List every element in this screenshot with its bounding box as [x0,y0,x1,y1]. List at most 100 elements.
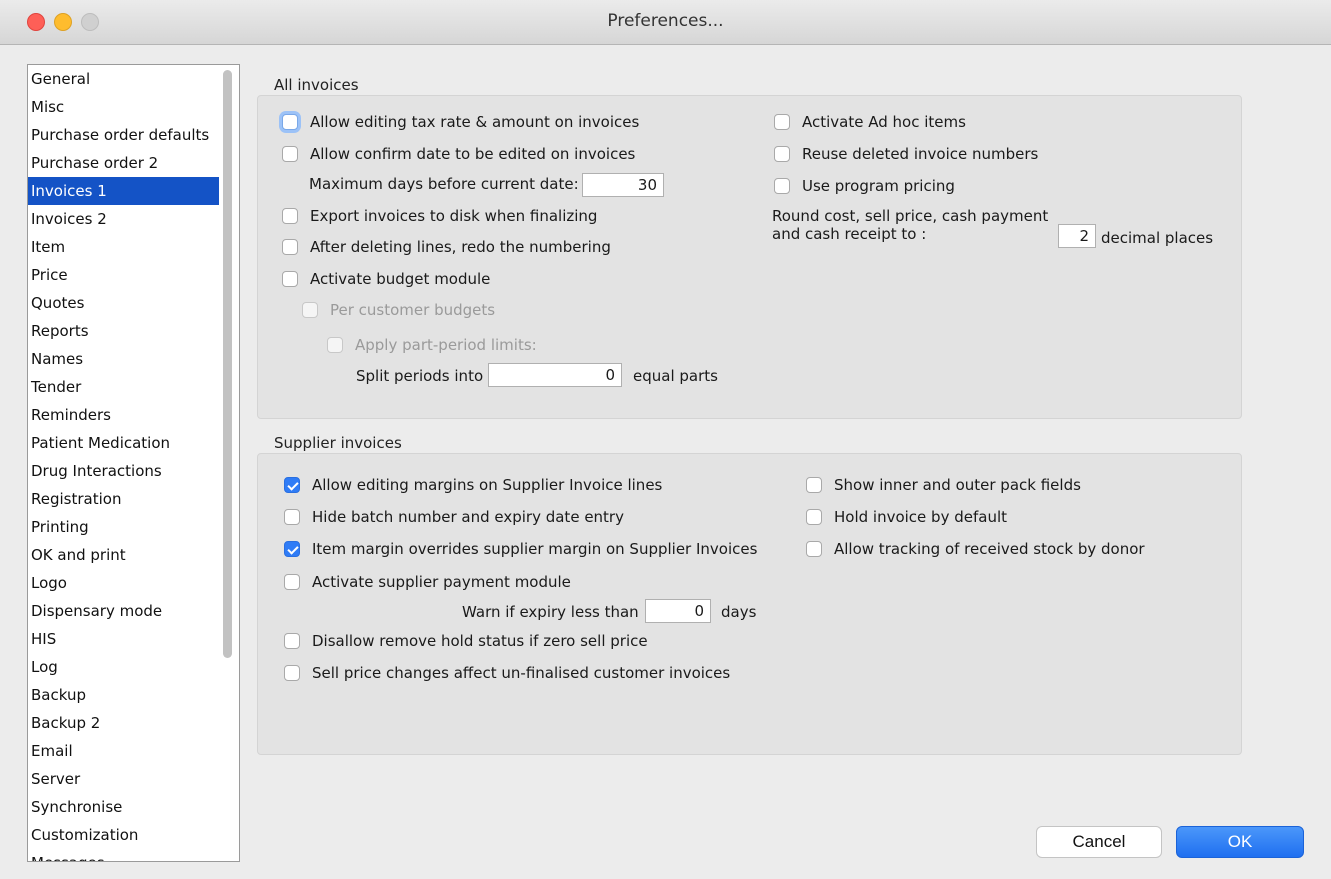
sidebar-item[interactable]: Drug Interactions [28,457,219,485]
sidebar-item[interactable]: Item [28,233,219,261]
sidebar-item[interactable]: Messages [28,849,219,861]
program-pricing-checkbox[interactable] [774,178,790,194]
ad-hoc-items-checkbox[interactable] [774,114,790,130]
sidebar-item[interactable]: Reminders [28,401,219,429]
allow-confirm-date-row[interactable]: Allow confirm date to be edited on invoi… [282,143,635,165]
budget-module-checkbox[interactable] [282,271,298,287]
hide-batch-checkbox[interactable] [284,509,300,525]
sell-price-changes-label: Sell price changes affect un-finalised c… [312,664,731,682]
budget-module-row[interactable]: Activate budget module [282,268,490,290]
sidebar-item[interactable]: Invoices 2 [28,205,219,233]
max-days-field[interactable]: 30 [582,173,664,197]
hide-batch-row[interactable]: Hide batch number and expiry date entry [284,506,624,528]
track-by-donor-row[interactable]: Allow tracking of received stock by dono… [806,538,1145,560]
sidebar-item[interactable]: Quotes [28,289,219,317]
allow-edit-tax-checkbox[interactable] [282,114,298,130]
reuse-numbers-label: Reuse deleted invoice numbers [802,145,1039,163]
item-margin-override-row[interactable]: Item margin overrides supplier margin on… [284,538,757,560]
title-bar: Preferences... [0,0,1331,45]
sidebar-item[interactable]: Printing [28,513,219,541]
payment-module-label: Activate supplier payment module [312,573,571,591]
budget-module-label: Activate budget module [310,270,491,288]
allow-confirm-date-checkbox[interactable] [282,146,298,162]
allow-edit-tax-row[interactable]: Allow editing tax rate & amount on invoi… [282,111,639,133]
reuse-numbers-checkbox[interactable] [774,146,790,162]
sidebar-item[interactable]: Backup [28,681,219,709]
sidebar-item[interactable]: Invoices 1 [28,177,219,205]
sidebar-item[interactable]: Misc [28,93,219,121]
per-customer-budgets-row: Per customer budgets [302,299,495,321]
payment-module-row[interactable]: Activate supplier payment module [284,571,571,593]
warn-expiry-field[interactable]: 0 [645,599,711,623]
supplier-invoices-heading: Supplier invoices [274,434,402,452]
preferences-window: Preferences... General Misc Purchase order… [0,0,1331,879]
sidebar-item[interactable]: Price [28,261,219,289]
split-periods-suffix: equal parts [633,367,718,385]
disallow-hold-label: Disallow remove hold status if zero sell… [312,632,648,650]
disallow-hold-row[interactable]: Disallow remove hold status if zero sell… [284,630,648,652]
export-to-disk-label: Export invoices to disk when finalizing [310,207,598,225]
part-period-limits-checkbox [327,337,343,353]
sell-price-changes-checkbox[interactable] [284,665,300,681]
all-invoices-heading: All invoices [274,76,359,94]
preferences-category-list[interactable]: General Misc Purchase order defaults Purcha… [27,64,240,862]
sidebar-item[interactable]: Logo [28,569,219,597]
item-margin-override-checkbox[interactable] [284,541,300,557]
inner-outer-pack-row[interactable]: Show inner and outer pack fields [806,474,1081,496]
sidebar-item[interactable]: Backup 2 [28,709,219,737]
sidebar-item[interactable]: Customization [28,821,219,849]
hold-by-default-checkbox[interactable] [806,509,822,525]
sidebar-item[interactable]: Log [28,653,219,681]
sidebar-item[interactable]: Registration [28,485,219,513]
sidebar-item[interactable]: Reports [28,317,219,345]
sidebar-scroll-thumb[interactable] [223,70,232,658]
sidebar-item[interactable]: Patient Medication [28,429,219,457]
sidebar-item[interactable]: Purchase order defaults [28,121,219,149]
sidebar-item[interactable]: Email [28,737,219,765]
warn-expiry-suffix: days [721,603,757,621]
hold-by-default-row[interactable]: Hold invoice by default [806,506,1007,528]
per-customer-budgets-checkbox [302,302,318,318]
inner-outer-pack-checkbox[interactable] [806,477,822,493]
split-periods-field[interactable]: 0 [488,363,622,387]
sidebar-item[interactable]: Tender [28,373,219,401]
sidebar-scrollbar[interactable] [221,67,233,859]
payment-module-checkbox[interactable] [284,574,300,590]
item-margin-override-label: Item margin overrides supplier margin on… [312,540,758,558]
ok-button[interactable]: OK [1176,826,1304,858]
sell-price-changes-row[interactable]: Sell price changes affect un-finalised c… [284,662,730,684]
round-decimals-field[interactable]: 2 [1058,224,1096,248]
split-periods-label: Split periods into [356,367,484,385]
hold-by-default-label: Hold invoice by default [834,508,1007,526]
inner-outer-pack-label: Show inner and outer pack fields [834,476,1081,494]
editing-margins-checkbox[interactable] [284,477,300,493]
redo-numbering-row[interactable]: After deleting lines, redo the numbering [282,236,611,258]
reuse-numbers-row[interactable]: Reuse deleted invoice numbers [774,143,1038,165]
per-customer-budgets-label: Per customer budgets [330,301,496,319]
program-pricing-row[interactable]: Use program pricing [774,175,955,197]
sidebar-item[interactable]: Synchronise [28,793,219,821]
redo-numbering-checkbox[interactable] [282,239,298,255]
warn-expiry-label: Warn if expiry less than [462,603,639,621]
part-period-limits-label: Apply part-period limits: [355,336,537,354]
round-label-line2: and cash receipt to : [772,225,927,243]
editing-margins-row[interactable]: Allow editing margins on Supplier Invoic… [284,474,662,496]
sidebar-item[interactable]: OK and print [28,541,219,569]
sidebar-item[interactable]: General [28,65,219,93]
sidebar-item[interactable]: HIS [28,625,219,653]
track-by-donor-label: Allow tracking of received stock by dono… [834,540,1145,558]
ad-hoc-items-row[interactable]: Activate Ad hoc items [774,111,966,133]
round-label-line1: Round cost, sell price, cash payment [772,207,1049,225]
export-to-disk-checkbox[interactable] [282,208,298,224]
sidebar-item[interactable]: Server [28,765,219,793]
cancel-button[interactable]: Cancel [1036,826,1162,858]
sidebar-item[interactable]: Dispensary mode [28,597,219,625]
disallow-hold-checkbox[interactable] [284,633,300,649]
part-period-limits-row: Apply part-period limits: [327,334,537,356]
sidebar-item[interactable]: Names [28,345,219,373]
export-to-disk-row[interactable]: Export invoices to disk when finalizing [282,205,597,227]
track-by-donor-checkbox[interactable] [806,541,822,557]
ad-hoc-items-label: Activate Ad hoc items [802,113,966,131]
sidebar-item[interactable]: Purchase order 2 [28,149,219,177]
hide-batch-label: Hide batch number and expiry date entry [312,508,624,526]
